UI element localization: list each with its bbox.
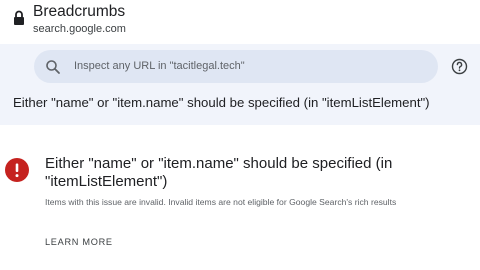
search-input[interactable]: Inspect any URL in "tacitlegal.tech"	[34, 50, 438, 83]
issue-title: Either "name" or "item.name" should be s…	[45, 155, 393, 190]
site-url: search.google.com	[33, 23, 126, 35]
page: Breadcrumbs search.google.com Inspect an…	[0, 0, 480, 270]
error-icon	[5, 158, 29, 182]
lock-icon	[13, 10, 25, 26]
help-icon[interactable]	[451, 58, 468, 75]
issue-type-heading: Either "name" or "item.name" should be s…	[13, 95, 430, 110]
top-bar: Breadcrumbs search.google.com	[0, 0, 480, 44]
page-title: Breadcrumbs	[33, 3, 126, 20]
learn-more-link[interactable]: LEARN MORE	[45, 237, 113, 247]
search-icon	[45, 59, 61, 75]
header-band: Inspect any URL in "tacitlegal.tech" Eit…	[0, 44, 480, 125]
search-placeholder: Inspect any URL in "tacitlegal.tech"	[74, 60, 245, 72]
issue-description: Items with this issue are invalid. Inval…	[45, 197, 397, 207]
